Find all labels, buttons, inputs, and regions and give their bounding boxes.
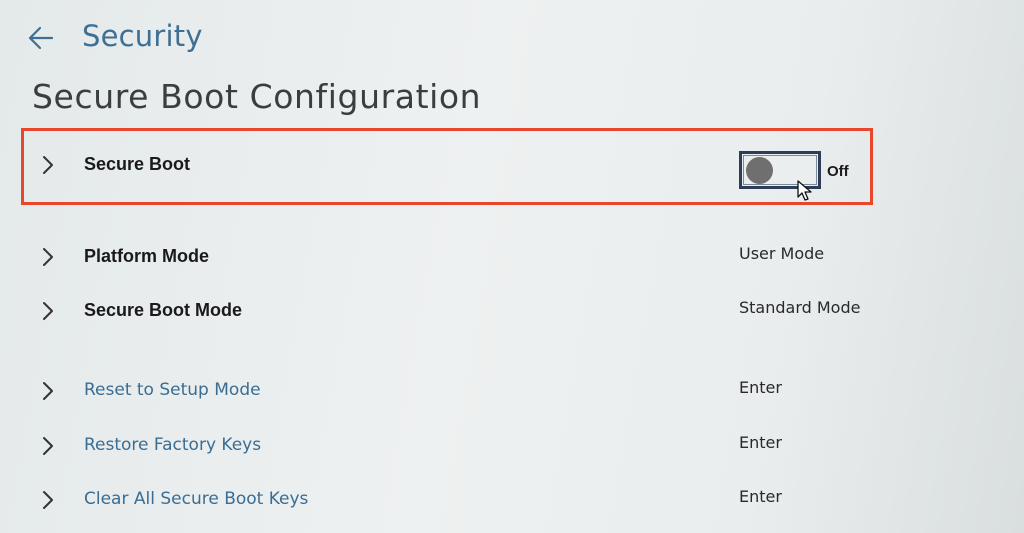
row-value: User Mode <box>739 244 825 263</box>
row-label: Secure Boot Mode <box>84 300 243 320</box>
row-value: Enter <box>739 378 782 397</box>
chevron-right-icon <box>40 435 56 457</box>
toggle-state-label: Off <box>827 163 849 180</box>
back-button[interactable] <box>28 26 54 50</box>
row-label: Reset to Setup Mode <box>84 380 261 400</box>
row-restore-factory-keys[interactable]: Restore Factory Keys Enter <box>0 429 1024 469</box>
page-title: Secure Boot Configuration <box>32 77 482 116</box>
row-label: Restore Factory Keys <box>84 435 262 455</box>
row-label: Clear All Secure Boot Keys <box>84 489 309 509</box>
chevron-right-icon <box>40 489 56 511</box>
row-clear-all-secure-boot-keys[interactable]: Clear All Secure Boot Keys Enter <box>0 483 1024 523</box>
chevron-right-icon <box>40 380 56 402</box>
chevron-right-icon <box>40 300 56 322</box>
row-platform-mode[interactable]: Platform Mode User Mode <box>0 240 1024 280</box>
row-value: Standard Mode <box>739 298 861 317</box>
row-value: Enter <box>739 487 782 506</box>
row-secure-boot[interactable]: Secure Boot <box>0 148 1024 188</box>
row-reset-to-setup-mode[interactable]: Reset to Setup Mode Enter <box>0 374 1024 414</box>
chevron-right-icon <box>40 154 56 176</box>
row-secure-boot-mode[interactable]: Secure Boot Mode Standard Mode <box>0 294 1024 334</box>
chevron-right-icon <box>40 246 56 268</box>
secure-boot-toggle[interactable] <box>739 151 821 189</box>
row-label: Platform Mode <box>84 246 210 266</box>
toggle-knob <box>746 157 773 184</box>
row-value: Enter <box>739 433 782 452</box>
row-label: Secure Boot <box>84 154 191 174</box>
arrow-left-icon <box>28 26 54 50</box>
breadcrumb[interactable]: Security <box>82 19 203 53</box>
